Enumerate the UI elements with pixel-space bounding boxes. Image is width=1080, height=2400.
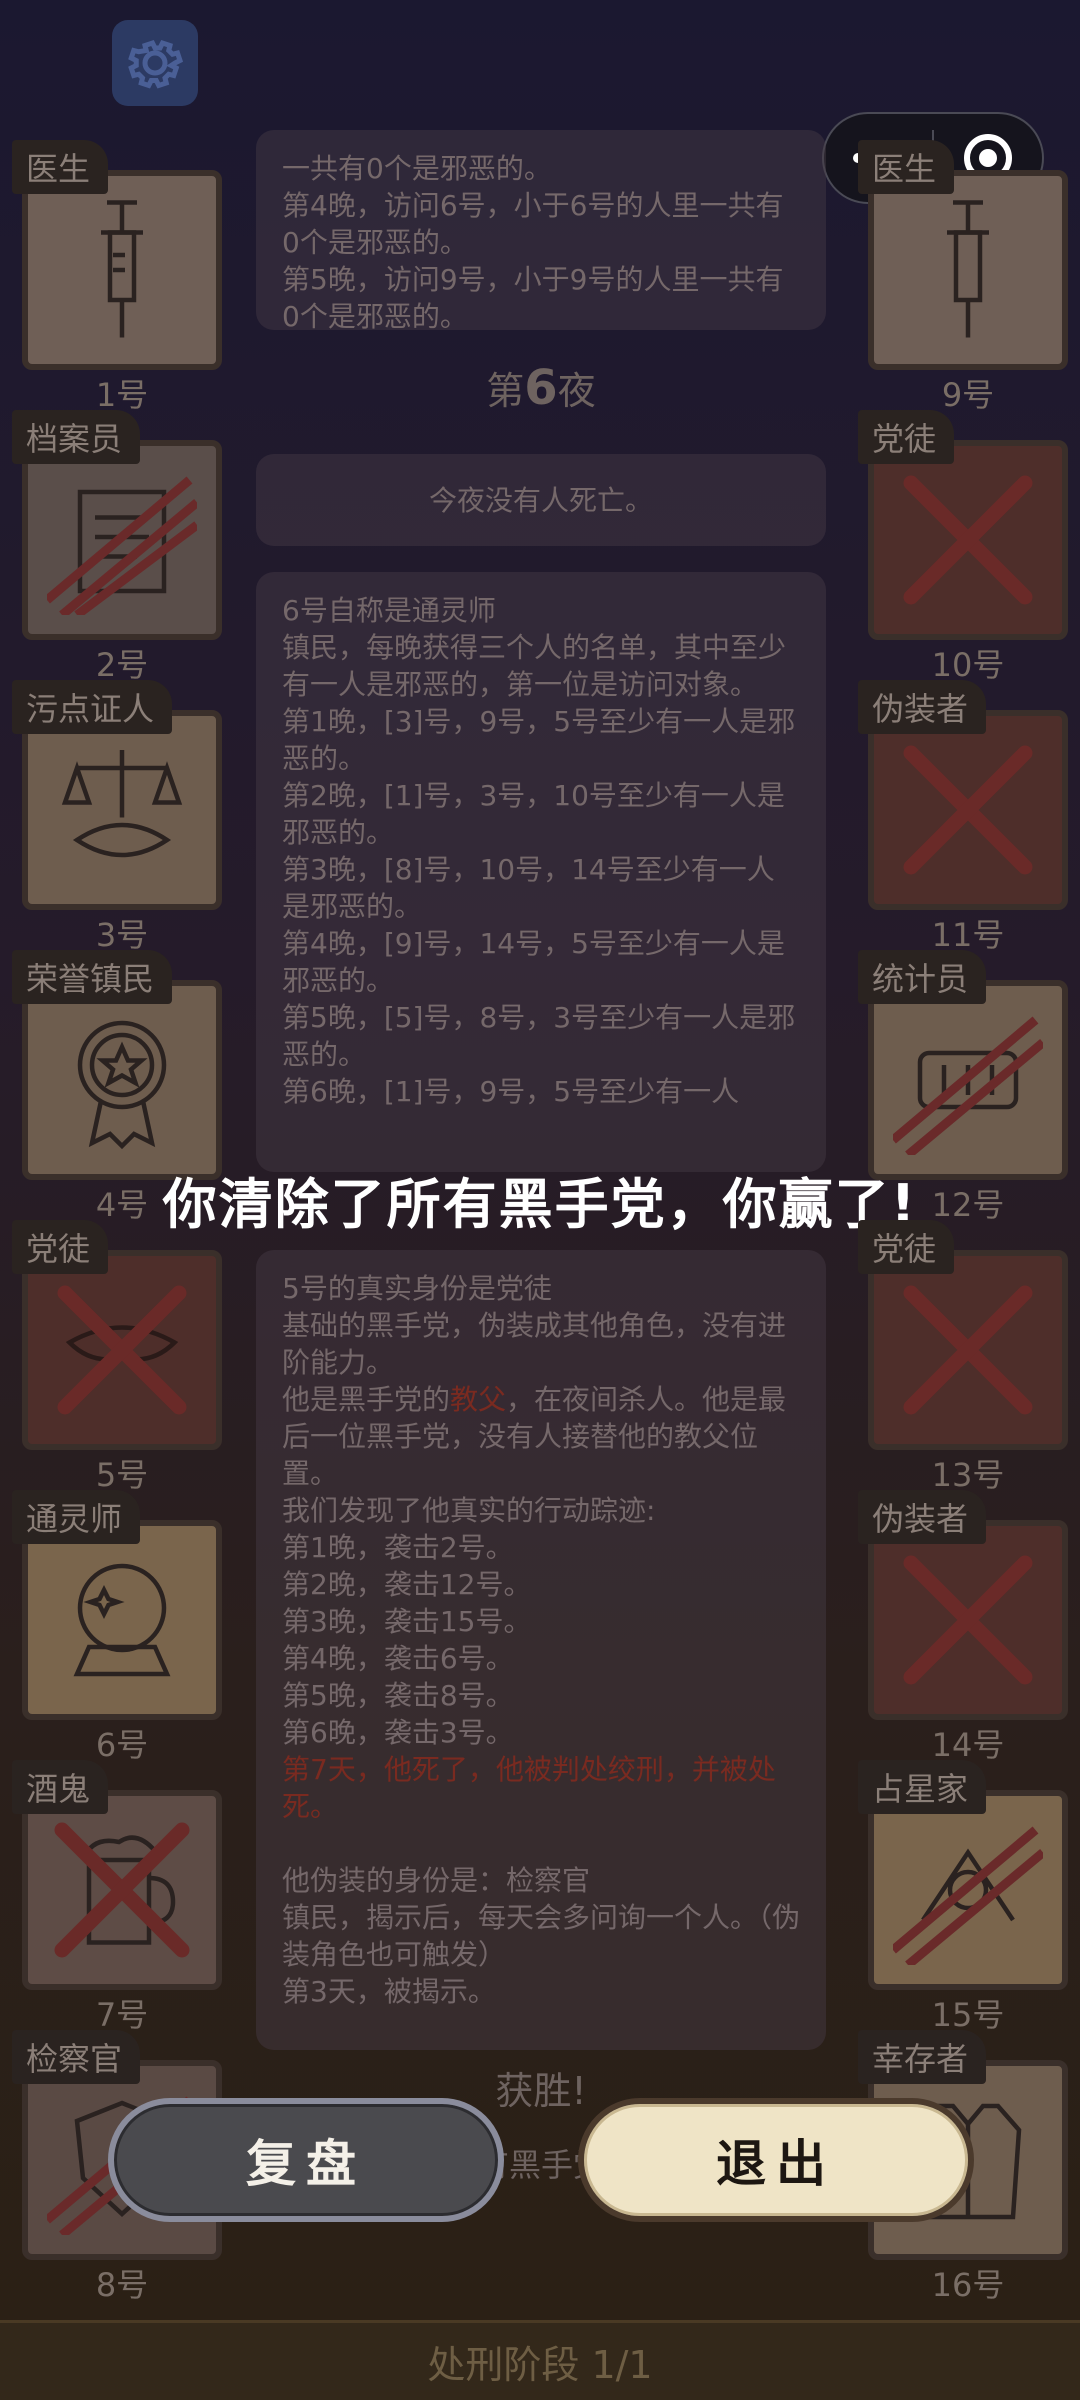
- card-number: 16号: [931, 2266, 1005, 2304]
- player-card-2[interactable]: 档案员 2号: [12, 410, 222, 684]
- player-card-5[interactable]: 党徒 5号: [12, 1220, 222, 1494]
- log-line: 镇民，每晚获得三个人的名单，其中至少有一人是邪恶的，第一位是访问对象。: [282, 631, 787, 701]
- log-line: 5号的真实身份是党徒: [282, 1272, 552, 1305]
- document-icon: [22, 440, 222, 640]
- log-line: 第1晚，[3]号，9号，5号至少有一人是邪恶的。: [282, 705, 796, 775]
- no-death-text: 今夜没有人死亡。: [428, 483, 653, 517]
- log-line: 一共有0个是邪恶的。: [282, 152, 552, 185]
- card-role: 伪装者: [858, 1490, 987, 1544]
- log-line: 我们发现了他真实的行动踪迹:: [282, 1494, 656, 1527]
- card-role: 幸存者: [858, 2030, 987, 2084]
- card-role: 统计员: [858, 950, 987, 1004]
- card-role: 伪装者: [858, 680, 987, 734]
- card-role: 档案员: [12, 410, 141, 464]
- log-line: 第2晚，[1]号，3号，10号至少有一人是邪恶的。: [282, 779, 785, 849]
- medium-claim-panel: 6号自称是通灵师 镇民，每晚获得三个人的名单，其中至少有一人是邪恶的，第一位是访…: [256, 572, 826, 1172]
- crystal-ball-icon: [22, 1520, 222, 1720]
- exit-button[interactable]: 退出: [578, 2098, 974, 2222]
- astrolabe-icon: [868, 1790, 1068, 1990]
- review-label: 复盘: [246, 2135, 366, 2193]
- syringe-icon: [22, 170, 222, 370]
- player-card-6[interactable]: 通灵师 6号: [12, 1490, 222, 1764]
- card-role: 党徒: [12, 1220, 109, 1274]
- counter-icon: [868, 980, 1068, 1180]
- player-card-1[interactable]: 医生 1号: [12, 140, 222, 414]
- scales-icon: [22, 710, 222, 910]
- review-button[interactable]: 复盘: [108, 2098, 504, 2222]
- player-card-11[interactable]: 伪装者 11号: [858, 680, 1068, 954]
- card-role: 荣誉镇民: [12, 950, 173, 1004]
- log-line: 镇民，揭示后，每天会多问询一个人。（伪装角色也可触发）: [282, 1901, 801, 1971]
- phase-text: 处刑阶段 1/1: [427, 2343, 653, 2387]
- player-card-7[interactable]: 酒鬼 7号: [12, 1760, 222, 2034]
- log-line: 第4晚，袭击6号。: [282, 1642, 514, 1675]
- mask-icon: [22, 1250, 222, 1450]
- mask-icon: [868, 1520, 1068, 1720]
- log-line: 第3晚，袭击15号。: [282, 1605, 532, 1638]
- exit-label: 退出: [716, 2135, 836, 2193]
- no-death-panel: 今夜没有人死亡。: [256, 454, 826, 546]
- card-role: 医生: [12, 140, 109, 194]
- card-role: 党徒: [858, 1220, 955, 1274]
- player-card-13[interactable]: 党徒 13号: [858, 1220, 1068, 1494]
- log-line: 第4晚，访问6号，小于6号的人里一共有0个是邪恶的。: [282, 189, 784, 259]
- card-role: 酒鬼: [12, 1760, 109, 1814]
- log-line: 第6晚，[1]号，9号，5号至少有一人: [282, 1075, 740, 1108]
- card-number: 8号: [95, 2266, 149, 2304]
- card-role: 污点证人: [12, 680, 173, 734]
- medal-icon: [22, 980, 222, 1180]
- log-line: 第5晚，[5]号，8号，3号至少有一人是邪恶的。: [282, 1001, 796, 1071]
- phase-bar: 处刑阶段 1/1: [0, 2320, 1080, 2400]
- log-line-red: 第7天，他死了，他被判处绞刑，并被处死。: [282, 1753, 776, 1823]
- mask-icon: [868, 710, 1068, 910]
- card-role: 医生: [858, 140, 955, 194]
- player-card-9[interactable]: 医生 9号: [858, 140, 1068, 414]
- log-line: 基础的黑手党，伪装成其他角色，没有进阶能力。: [282, 1309, 787, 1379]
- player-card-3[interactable]: 污点证人 3号: [12, 680, 222, 954]
- player-card-15[interactable]: 占星家 15号: [858, 1760, 1068, 2034]
- log-line: 第5晚，袭击8号。: [282, 1679, 514, 1712]
- player-card-14[interactable]: 伪装者 14号: [858, 1490, 1068, 1764]
- log-line: 他伪装的身份是：检察官: [282, 1864, 591, 1897]
- player-card-10[interactable]: 党徒 10号: [858, 410, 1068, 684]
- log-line: 第4晚，[9]号，14号，5号至少有一人是邪恶的。: [282, 927, 785, 997]
- mask-icon: [868, 1250, 1068, 1450]
- log-line: 第6晚，袭击3号。: [282, 1716, 514, 1749]
- log-line: 6号自称是通灵师: [282, 594, 496, 627]
- beer-icon: [22, 1790, 222, 1990]
- log-line: 他是黑手党的教父，在夜间杀人。他是最后一位黑手党，没有人接替他的教父位置。: [282, 1383, 787, 1490]
- card-role: 占星家: [858, 1760, 987, 1814]
- log-line: 第3天，被揭示。: [282, 1975, 496, 2008]
- card-role: 通灵师: [12, 1490, 141, 1544]
- card-role: 检察官: [12, 2030, 141, 2084]
- log-line: 第5晚，访问9号，小于9号的人里一共有0个是邪恶的。: [282, 263, 784, 333]
- reveal-panel: 5号的真实身份是党徒 基础的黑手党，伪装成其他角色，没有进阶能力。 他是黑手党的…: [256, 1250, 826, 2050]
- syringe-icon: [868, 170, 1068, 370]
- card-role: 党徒: [858, 410, 955, 464]
- log-line: 第1晚，袭击2号。: [282, 1531, 514, 1564]
- log-line: 第3晚，[8]号，10号，14号至少有一人是邪恶的。: [282, 853, 775, 923]
- log-line: 第2晚，袭击12号。: [282, 1568, 532, 1601]
- mask-icon: [868, 440, 1068, 640]
- settings-gear-icon[interactable]: [112, 20, 198, 106]
- log-panel-top: 一共有0个是邪恶的。 第4晚，访问6号，小于6号的人里一共有0个是邪恶的。 第5…: [256, 130, 826, 333]
- night-title: 第6夜: [486, 360, 596, 416]
